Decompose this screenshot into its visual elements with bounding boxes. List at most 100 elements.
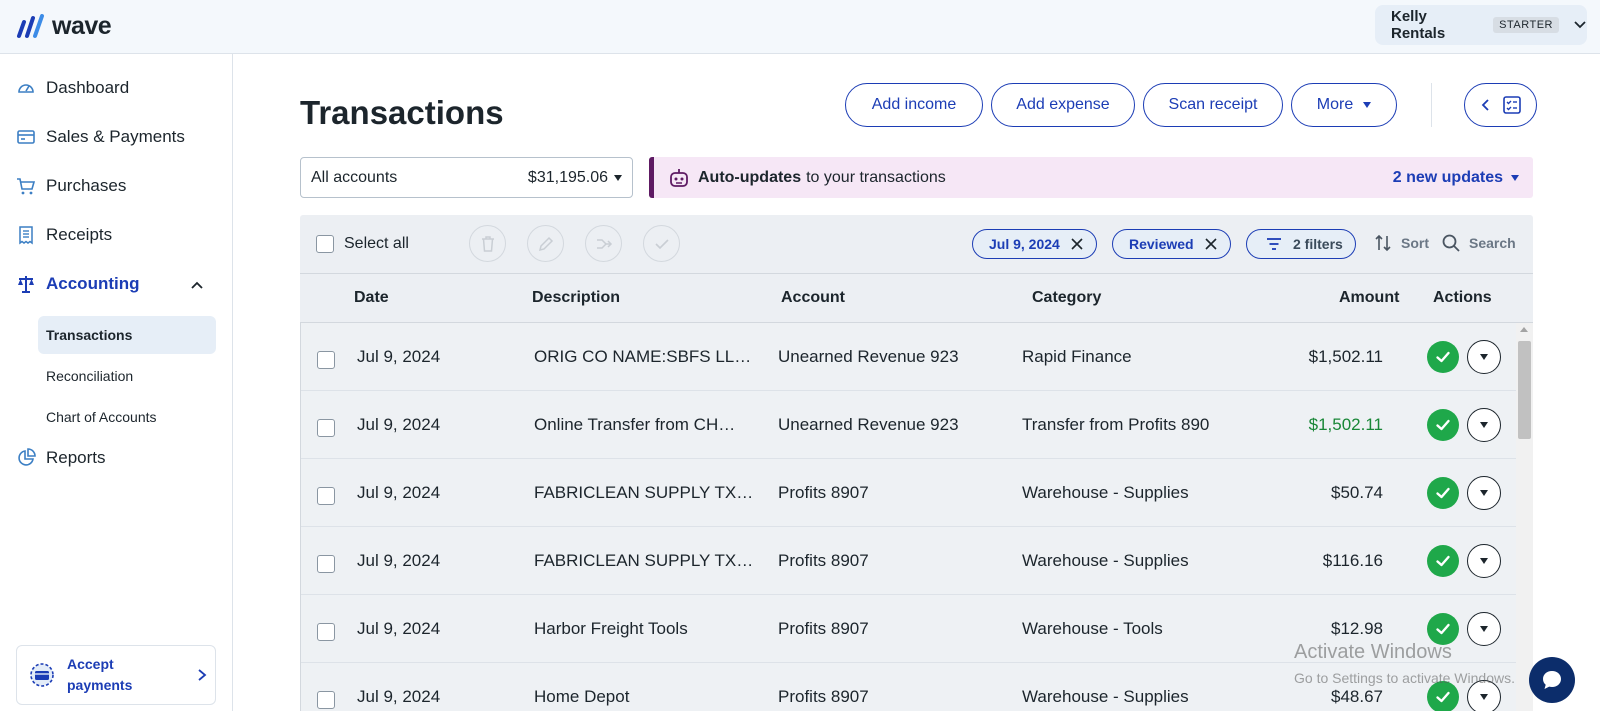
check-icon <box>1436 555 1450 567</box>
column-header-account[interactable]: Account <box>781 289 845 307</box>
row-actions-button[interactable] <box>1467 476 1501 510</box>
sidebar-item-label: Purchases <box>46 176 127 195</box>
close-icon[interactable] <box>1204 237 1218 251</box>
table-row[interactable]: Jul 9, 2024 Online Transfer from CH… Unear… <box>301 391 1516 459</box>
sort-icon <box>1375 234 1391 252</box>
table-header: Date Description Account Category Amount… <box>300 273 1533 323</box>
row-checkbox[interactable] <box>317 623 335 641</box>
column-header-actions: Actions <box>1433 289 1492 306</box>
auto-updates-title: Auto-updates <box>698 168 802 186</box>
accept-payments-card[interactable]: Accept payments <box>16 645 216 705</box>
reviewed-toggle-button[interactable] <box>1427 545 1459 577</box>
caret-down-icon <box>1480 626 1488 632</box>
wave-logo[interactable]: wave <box>16 12 112 41</box>
sidebar-subitem-chart-of-accounts[interactable]: Chart of Accounts <box>38 398 216 436</box>
robot-icon <box>670 168 688 187</box>
chat-button[interactable] <box>1529 657 1575 703</box>
account-selector[interactable]: All accounts $31,195.06 <box>300 157 633 198</box>
cell-category[interactable]: Warehouse - Supplies <box>1022 483 1189 503</box>
cell-category[interactable]: Rapid Finance <box>1022 347 1132 367</box>
cell-amount: $48.67 <box>1331 687 1383 706</box>
table-row[interactable]: Jul 9, 2024 FABRICLEAN SUPPLY TX… Profits … <box>301 527 1516 595</box>
column-header-date[interactable]: Date <box>354 289 389 307</box>
select-all-checkbox[interactable] <box>316 235 334 253</box>
row-actions-button[interactable] <box>1467 544 1501 578</box>
column-header-category[interactable]: Category <box>1032 289 1101 307</box>
table-scrollbar[interactable] <box>1516 323 1533 711</box>
cell-category[interactable]: Warehouse - Supplies <box>1022 551 1189 571</box>
sort-button[interactable]: Sort <box>1373 233 1429 253</box>
filter-chip-date[interactable]: Jul 9, 2024 <box>972 229 1097 259</box>
sidebar-item-label: Sales & Payments <box>46 127 185 146</box>
pie-chart-icon <box>18 448 36 466</box>
scroll-up-arrow-icon[interactable] <box>1520 327 1528 332</box>
scroll-thumb[interactable] <box>1518 341 1531 439</box>
filter-chip-reviewed[interactable]: Reviewed <box>1112 229 1231 259</box>
row-checkbox[interactable] <box>317 487 335 505</box>
cell-date: Jul 9, 2024 <box>357 483 441 502</box>
cell-date: Jul 9, 2024 <box>357 687 441 706</box>
row-checkbox[interactable] <box>317 691 335 709</box>
check-icon <box>1436 691 1450 703</box>
business-switcher[interactable]: Kelly Rentals STARTER <box>1375 5 1587 45</box>
sidebar-item-sales-payments[interactable]: Sales & Payments <box>16 122 185 152</box>
row-checkbox[interactable] <box>317 351 335 369</box>
sidebar-item-receipts[interactable]: Receipts <box>16 220 112 250</box>
sidebar-item-purchases[interactable]: Purchases <box>16 171 126 201</box>
cell-account[interactable]: Unearned Revenue 923 <box>778 347 959 367</box>
add-income-button[interactable]: Add income <box>845 83 983 127</box>
column-header-description[interactable]: Description <box>532 289 620 307</box>
caret-down-icon <box>614 174 622 181</box>
cell-category[interactable]: Warehouse - Tools <box>1022 619 1163 639</box>
row-actions-button[interactable] <box>1467 340 1501 374</box>
search-button[interactable]: Search <box>1441 233 1516 253</box>
delete-button[interactable] <box>469 225 506 262</box>
reviewed-toggle-button[interactable] <box>1427 477 1459 509</box>
cell-category[interactable]: Transfer from Profits 890 <box>1022 415 1209 435</box>
cell-account[interactable]: Unearned Revenue 923 <box>778 415 959 435</box>
merge-button[interactable] <box>585 225 622 262</box>
add-expense-button[interactable]: Add expense <box>991 83 1135 127</box>
new-updates-link[interactable]: 2 new updates <box>1393 169 1519 187</box>
cell-account[interactable]: Profits 8907 <box>778 687 869 707</box>
sidebar-item-reports[interactable]: Reports <box>16 443 106 473</box>
cell-amount: $50.74 <box>1331 483 1383 502</box>
cell-description: FABRICLEAN SUPPLY TX… <box>534 483 754 502</box>
reviewed-toggle-button[interactable] <box>1427 409 1459 441</box>
search-icon <box>1442 234 1460 252</box>
checklist-icon <box>1502 96 1521 114</box>
chevron-left-icon <box>1481 99 1489 111</box>
row-checkbox[interactable] <box>317 555 335 573</box>
table-row[interactable]: Jul 9, 2024 ORIG CO NAME:SBFS LL… Unearned… <box>301 323 1516 391</box>
row-actions-button[interactable] <box>1467 408 1501 442</box>
check-icon <box>654 238 669 249</box>
row-checkbox[interactable] <box>317 419 335 437</box>
wave-logo-text: wave <box>52 12 112 40</box>
caret-down-icon <box>1511 174 1519 181</box>
pencil-icon <box>538 236 553 251</box>
reviewed-toggle-button[interactable] <box>1427 341 1459 373</box>
caret-down-icon <box>1363 102 1372 108</box>
chevron-up-icon[interactable] <box>190 278 204 292</box>
watermark-title: Activate Windows <box>1294 641 1452 663</box>
edit-button[interactable] <box>527 225 564 262</box>
select-all[interactable]: Select all <box>316 235 409 253</box>
sidebar-subitem-transactions[interactable]: Transactions <box>38 316 216 354</box>
sidebar-item-accounting[interactable]: Accounting <box>16 269 140 299</box>
toggle-panel-button[interactable] <box>1464 83 1537 127</box>
close-icon[interactable] <box>1070 237 1084 251</box>
filters-button[interactable]: 2 filters <box>1246 229 1356 259</box>
cell-account[interactable]: Profits 8907 <box>778 551 869 571</box>
cell-category[interactable]: Warehouse - Supplies <box>1022 687 1189 707</box>
more-button[interactable]: More <box>1291 83 1397 127</box>
table-row[interactable]: Jul 9, 2024 FABRICLEAN SUPPLY TX… Profits … <box>301 459 1516 527</box>
mark-reviewed-button[interactable] <box>643 225 680 262</box>
cell-account[interactable]: Profits 8907 <box>778 483 869 503</box>
sidebar-subitem-reconciliation[interactable]: Reconciliation <box>38 357 216 395</box>
cell-account[interactable]: Profits 8907 <box>778 619 869 639</box>
cell-description: FABRICLEAN SUPPLY TX… <box>534 551 754 570</box>
scan-receipt-button[interactable]: Scan receipt <box>1143 83 1283 127</box>
sidebar-item-dashboard[interactable]: Dashboard <box>16 73 129 103</box>
column-header-amount[interactable]: Amount <box>1339 289 1399 307</box>
page-title: Transactions <box>300 94 504 131</box>
